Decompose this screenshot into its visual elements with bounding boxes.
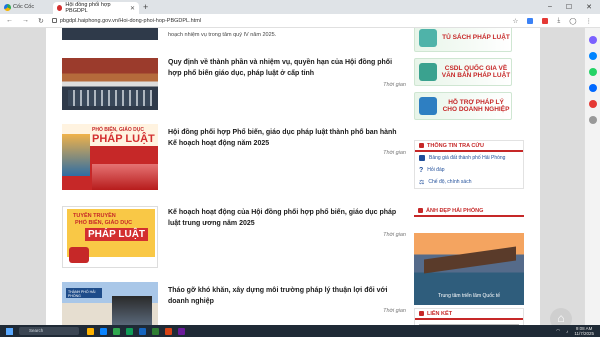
gallery-caption: Trung tâm triển lãm Quốc tế bbox=[437, 293, 501, 299]
back-icon[interactable]: ← bbox=[6, 17, 13, 25]
banner-legal-bookshelf[interactable]: TỦ SÁCH PHÁP LUẬT bbox=[414, 28, 512, 52]
sidebar-app-icon[interactable] bbox=[588, 36, 597, 44]
poster-caption-2: PHỔ BIẾN, GIÁO DỤC bbox=[75, 220, 133, 226]
gallery-photo[interactable]: Trung tâm triển lãm Quốc tế bbox=[414, 233, 524, 305]
extension-red-icon[interactable] bbox=[542, 17, 549, 24]
poster-title: PHÁP LUẬT bbox=[85, 228, 149, 241]
section-bullet-icon bbox=[419, 311, 424, 316]
panel-header: THÔNG TIN TRA CỨU bbox=[415, 141, 523, 152]
windows-start-icon[interactable] bbox=[6, 327, 13, 335]
file-explorer-icon[interactable] bbox=[87, 327, 94, 335]
profile-icon[interactable]: ◯ bbox=[569, 17, 576, 25]
powerpoint-icon[interactable] bbox=[165, 327, 172, 335]
browser-tab[interactable]: Hội đồng phối hợp PBGDPL ✕ bbox=[53, 2, 139, 14]
growth-chart-icon bbox=[419, 97, 437, 115]
right-sidebar: TỦ SÁCH PHÁP LUẬT CSDL QUỐC GIA VỀ VĂN B… bbox=[414, 28, 530, 325]
site-favicon-icon bbox=[57, 5, 63, 11]
reload-icon[interactable]: ↻ bbox=[38, 17, 44, 25]
site-info-icon[interactable] bbox=[51, 18, 57, 23]
app-icon[interactable] bbox=[178, 327, 185, 335]
page-viewport: hoạch nhiệm vụ trong tâm quý IV năm 2025… bbox=[0, 28, 584, 325]
close-window-icon[interactable]: ✕ bbox=[586, 3, 592, 11]
volume-icon[interactable]: ♪ bbox=[566, 329, 568, 334]
map-icon bbox=[419, 155, 425, 161]
section-bullet-icon bbox=[418, 208, 423, 213]
add-app-icon[interactable] bbox=[588, 116, 597, 124]
music-icon[interactable] bbox=[588, 100, 597, 108]
article-title[interactable]: Tháo gỡ khó khăn, xây dựng môi trường ph… bbox=[168, 286, 403, 307]
poster-title: PHÁP LUẬT bbox=[92, 133, 155, 145]
article-title[interactable]: Kế hoạch hoạt động của Hội đồng phối hợp… bbox=[168, 208, 403, 229]
article-thumbnail[interactable]: THÀNH PHỐ HẢI PHÒNG bbox=[62, 282, 158, 325]
forward-icon[interactable]: → bbox=[22, 17, 29, 25]
clock[interactable]: 9:08 AM 11/7/2025 bbox=[574, 326, 594, 336]
menu-icon[interactable]: ⋮ bbox=[586, 17, 593, 25]
browser-brand[interactable]: Cốc Cốc bbox=[0, 3, 45, 11]
new-tab-button[interactable]: + bbox=[143, 2, 148, 12]
page-content: hoạch nhiệm vụ trong tâm quý IV năm 2025… bbox=[46, 28, 540, 325]
lookup-panel: THÔNG TIN TRA CỨU Bảng giá đất thành phố… bbox=[414, 140, 524, 189]
word-icon[interactable] bbox=[139, 327, 146, 335]
article-thumbnail[interactable] bbox=[62, 58, 158, 110]
extension-icon[interactable] bbox=[527, 17, 534, 24]
network-icon[interactable]: ◠ bbox=[556, 328, 560, 334]
scale-icon: ⚖ bbox=[419, 179, 425, 186]
browser-tab-bar: Cốc Cốc Hội đồng phối hợp PBGDPL ✕ + – ☐… bbox=[0, 0, 600, 14]
database-icon bbox=[419, 63, 437, 81]
links-panel: LIÊN KẾT -- bbox=[414, 308, 524, 325]
taskbar-apps bbox=[87, 327, 185, 335]
book-icon bbox=[419, 29, 437, 47]
maximize-icon[interactable]: ☐ bbox=[566, 3, 572, 11]
article-title[interactable]: Hội đồng phối hợp Phổ biến, giáo dục phá… bbox=[168, 128, 403, 149]
tab-close-icon[interactable]: ✕ bbox=[130, 5, 135, 12]
messenger-icon[interactable] bbox=[588, 52, 597, 60]
article-time: Thời gian bbox=[383, 150, 406, 156]
section-bullet-icon bbox=[419, 143, 424, 148]
poster-caption: TUYÊN TRUYỀN bbox=[73, 213, 116, 219]
panel-header: ẢNH ĐẸP HẢI PHÒNG bbox=[414, 206, 524, 217]
edge-icon[interactable] bbox=[100, 327, 107, 335]
taskbar: Search ◠ ♪ 9:08 AM 11/7/2025 bbox=[0, 325, 600, 337]
banner-national-legal-database[interactable]: CSDL QUỐC GIA VỀ VĂN BẢN PHÁP LUẬT bbox=[414, 58, 512, 86]
building-sign: THÀNH PHỐ HẢI PHÒNG bbox=[66, 288, 102, 298]
article-snippet: hoạch nhiệm vụ trong tâm quý IV năm 2025… bbox=[168, 32, 277, 38]
lookup-link-faq[interactable]: ? Hỏi đáp bbox=[415, 164, 523, 176]
download-icon[interactable]: ⤓ bbox=[557, 17, 560, 25]
scroll-to-top-button[interactable]: ⌂ bbox=[550, 308, 572, 325]
article-time: Thời gian bbox=[383, 232, 406, 238]
zalo-icon[interactable] bbox=[588, 84, 597, 92]
coccoc-logo-icon bbox=[4, 3, 11, 11]
browser-brand-label: Cốc Cốc bbox=[13, 4, 35, 10]
tab-title: Hội đồng phối hợp PBGDPL bbox=[65, 2, 111, 14]
excel-icon[interactable] bbox=[152, 327, 159, 335]
url-text: pbgdpl.haiphong.gov.vn/Hoi-dong-phoi-hop… bbox=[59, 17, 202, 24]
star-icon[interactable]: ☆ bbox=[513, 17, 519, 25]
whatsapp-icon[interactable] bbox=[588, 68, 597, 76]
article-thumbnail[interactable]: PHỔ BIẾN, GIÁO DỤC PHÁP LUẬT bbox=[62, 124, 158, 190]
url-field[interactable]: pbgdpl.haiphong.gov.vn/Hoi-dong-phoi-hop… bbox=[51, 17, 452, 24]
banner-business-legal-support[interactable]: HỖ TRỢ PHÁP LÝ CHO DOANH NGHIỆP bbox=[414, 92, 512, 120]
question-icon: ? bbox=[419, 166, 424, 174]
browser-side-toolbar bbox=[584, 28, 600, 325]
article-title[interactable]: Quy định về thành phần và nhiệm vụ, quyề… bbox=[168, 58, 403, 79]
address-bar: ← → ↻ pbgdpl.haiphong.gov.vn/Hoi-dong-ph… bbox=[0, 14, 600, 28]
article-time: Thời gian bbox=[383, 82, 406, 88]
panel-header: LIÊN KẾT bbox=[415, 309, 523, 320]
coccoc-taskbar-icon[interactable] bbox=[113, 327, 120, 335]
article-time: Thời gian bbox=[383, 308, 406, 314]
address-bar-actions: ☆ ⤓ ◯ ⋮ bbox=[513, 17, 600, 25]
chrome-icon[interactable] bbox=[126, 327, 133, 335]
article-thumbnail[interactable] bbox=[62, 28, 158, 40]
taskbar-search[interactable]: Search bbox=[19, 327, 79, 335]
minimize-icon[interactable]: – bbox=[548, 3, 552, 11]
article-thumbnail[interactable]: TUYÊN TRUYỀN PHỔ BIẾN, GIÁO DỤC PHÁP LUẬ… bbox=[62, 206, 158, 268]
lookup-link-land-price[interactable]: Bảng giá đất thành phố Hải Phòng bbox=[415, 152, 523, 164]
lookup-link-policy[interactable]: ⚖ Chế độ, chính sách bbox=[415, 176, 523, 188]
system-tray: ◠ ♪ 9:08 AM 11/7/2025 bbox=[556, 326, 600, 336]
window-controls: – ☐ ✕ bbox=[548, 3, 600, 11]
nav-buttons: ← → ↻ bbox=[0, 17, 44, 25]
